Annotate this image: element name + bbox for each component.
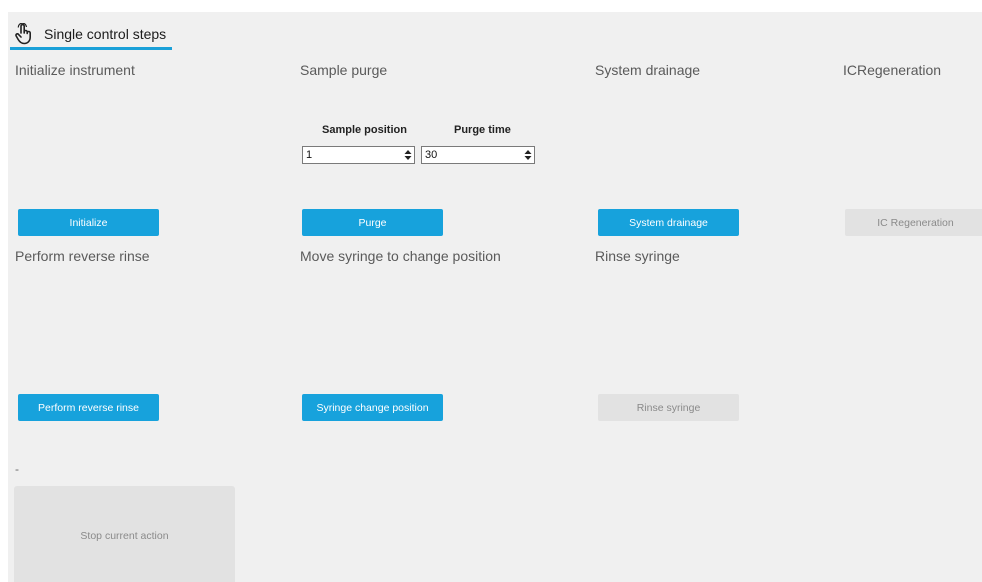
spin-arrows-icon[interactable] (402, 147, 414, 163)
purge-time-stepper[interactable]: 30 (421, 146, 535, 164)
hand-pointer-icon (14, 22, 34, 45)
spin-arrows-icon[interactable] (522, 147, 534, 163)
purge-time-label: Purge time (454, 124, 511, 136)
ic-regeneration-title: ICRegeneration (843, 62, 942, 78)
system-drainage-title: System drainage (595, 62, 701, 78)
tab-label: Single control steps (44, 25, 167, 42)
initialize-instrument-title: Initialize instrument (15, 62, 135, 78)
syringe-change-position-button[interactable]: Syringe change position (302, 394, 443, 421)
single-control-panel: Single control steps Initialize instrume… (8, 12, 982, 582)
stop-current-action-button[interactable]: Stop current action (14, 486, 235, 582)
sample-position-value: 1 (306, 149, 313, 161)
sample-position-label: Sample position (322, 124, 407, 136)
ic-regeneration-button[interactable]: IC Regeneration (845, 209, 982, 236)
tab-single-control-steps[interactable]: Single control steps (10, 20, 173, 50)
purge-time-value: 30 (425, 149, 438, 161)
perform-reverse-rinse-title: Perform reverse rinse (15, 248, 150, 264)
system-drainage-button[interactable]: System drainage (598, 209, 739, 236)
separator-dash: - (15, 462, 19, 476)
rinse-syringe-title: Rinse syringe (595, 248, 680, 264)
rinse-syringe-button[interactable]: Rinse syringe (598, 394, 739, 421)
initialize-button[interactable]: Initialize (18, 209, 159, 236)
sample-purge-title: Sample purge (300, 62, 388, 78)
perform-reverse-rinse-button[interactable]: Perform reverse rinse (18, 394, 159, 421)
move-syringe-title: Move syringe to change position (300, 248, 501, 264)
purge-button[interactable]: Purge (302, 209, 443, 236)
sample-position-stepper[interactable]: 1 (302, 146, 415, 164)
